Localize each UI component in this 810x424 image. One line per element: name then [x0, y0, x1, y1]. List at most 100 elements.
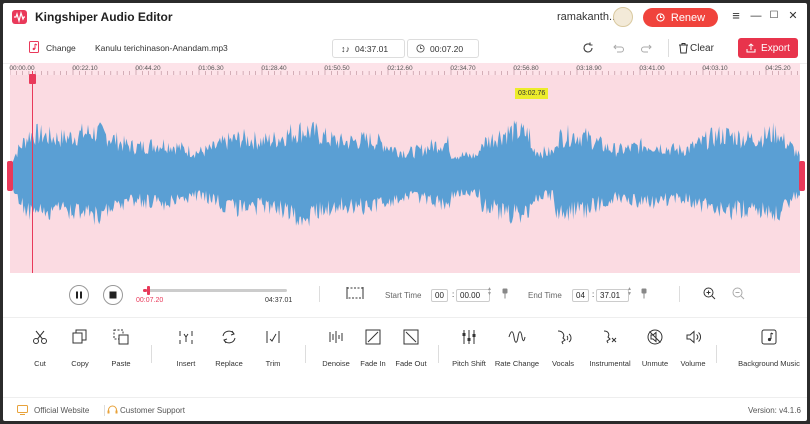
export-label: Export — [761, 42, 790, 54]
ruler-tick-label: 02:12.60 — [387, 65, 413, 72]
volume-icon — [686, 330, 701, 344]
fade-out-icon — [403, 329, 419, 345]
right-selection-handle[interactable] — [799, 161, 805, 191]
elapsed-time: 00:07.20 — [136, 297, 164, 304]
change-file-button[interactable]: Change — [46, 43, 76, 53]
footer-divider — [104, 405, 105, 416]
tool-divider — [151, 345, 152, 363]
paste-button[interactable]: Paste — [91, 328, 151, 368]
fade-in-icon — [365, 329, 381, 345]
clear-button[interactable]: Clear — [690, 43, 714, 54]
progress-knob[interactable] — [146, 286, 150, 295]
start-time-label: Start Time — [385, 291, 422, 300]
export-button[interactable]: Export — [738, 38, 798, 58]
ruler-tick-label: 01:50.50 — [324, 65, 350, 72]
background-music-button[interactable]: Background Music — [734, 328, 804, 368]
unmute-icon — [647, 329, 663, 345]
fade-out-label: Fade Out — [395, 359, 427, 368]
ruler-tick-label: 00:22.10 — [72, 65, 98, 72]
paste-icon — [113, 329, 129, 345]
ruler-tick-label: 04:03.10 — [702, 65, 728, 72]
stop-icon — [109, 291, 117, 299]
trim-label: Trim — [265, 359, 281, 368]
replace-icon — [222, 330, 236, 344]
trim-icon — [266, 331, 280, 343]
renew-label: Renew — [670, 11, 706, 24]
end-time-label: End Time — [528, 291, 562, 300]
pause-icon — [76, 291, 82, 299]
pause-button[interactable] — [69, 285, 89, 305]
app-title: Kingshiper Audio Editor — [35, 10, 173, 24]
footer: Official Website Customer Support Versio… — [3, 397, 807, 421]
end-minute-input[interactable]: 04 — [572, 289, 589, 302]
total-duration: 04:37.01 — [355, 43, 389, 54]
customer-support-link[interactable]: Customer Support — [120, 406, 185, 415]
fade-out-button[interactable]: Fade Out — [381, 328, 441, 368]
start-minute-input[interactable]: 00 — [431, 289, 448, 302]
instrumental-icon — [603, 330, 617, 344]
ruler-tick-label: 03:41.00 — [639, 65, 665, 72]
app-logo-icon — [12, 10, 27, 24]
vocals-icon — [557, 330, 572, 345]
rate-change-icon — [508, 331, 526, 343]
maximize-button[interactable]: ☐ — [767, 9, 781, 23]
tool-divider — [716, 345, 717, 363]
volume-label: Volume — [680, 359, 706, 368]
monitor-icon — [17, 405, 28, 415]
insert-icon — [179, 331, 193, 344]
zoom-in-icon[interactable] — [703, 287, 716, 300]
toolbar-divider — [668, 39, 669, 57]
total-duration-display: ↕♪ 04:37.01 — [332, 39, 405, 58]
trash-icon[interactable] — [678, 42, 689, 54]
start-second-input[interactable]: 00.00 — [456, 289, 490, 302]
ruler-tick-label: 02:56.80 — [513, 65, 539, 72]
ruler-tick-label: 00:44.20 — [135, 65, 161, 72]
version-text: Version: v4.1.6 — [748, 406, 801, 415]
file-name: Kanulu terichinason-Anandam.mp3 — [95, 43, 228, 53]
start-pin-icon[interactable] — [502, 288, 508, 299]
zoom-out-icon[interactable] — [732, 287, 745, 300]
headset-icon — [107, 405, 118, 414]
ruler-tick-label: 00:00.00 — [9, 65, 35, 72]
ruler-tick-label: 01:06.30 — [198, 65, 224, 72]
avatar[interactable] — [613, 7, 633, 27]
ruler-tick-label: 02:34.70 — [450, 65, 476, 72]
official-website-link[interactable]: Official Website — [34, 406, 89, 415]
close-button[interactable]: ✕ — [786, 9, 800, 23]
title-bar: Kingshiper Audio Editor ramakanth... Ren… — [3, 3, 807, 31]
scissors-icon — [33, 330, 47, 344]
waveform-area[interactable] — [10, 75, 800, 273]
playhead-handle[interactable] — [29, 74, 36, 84]
renew-button[interactable]: Renew — [643, 8, 718, 27]
audio-waveform — [10, 120, 800, 227]
ruler-tick-label: 01:28.40 — [261, 65, 287, 72]
hover-time-tag: 03:02.76 — [515, 88, 549, 99]
redo-icon[interactable] — [640, 42, 654, 54]
stop-button[interactable] — [103, 285, 123, 305]
background-music-label: Background Music — [738, 359, 800, 368]
trim-button[interactable]: Trim — [243, 328, 303, 368]
select-range-icon[interactable] — [346, 286, 364, 300]
end-pin-icon[interactable] — [641, 288, 647, 299]
menu-icon[interactable]: ≡ — [729, 9, 743, 23]
left-selection-handle[interactable] — [7, 161, 13, 191]
tool-divider — [438, 345, 439, 363]
ruler-tick-label: 04:25.20 — [765, 65, 791, 72]
end-second-input[interactable]: 37.01 — [596, 289, 629, 302]
undo-icon[interactable] — [611, 42, 625, 54]
start-stepper[interactable]: ▲ ▼ — [487, 287, 492, 297]
minimize-button[interactable]: — — [749, 9, 763, 23]
music-file-icon — [29, 41, 39, 53]
progress-slider[interactable] — [143, 286, 287, 295]
refresh-icon[interactable] — [582, 42, 594, 54]
background-music-icon — [761, 329, 777, 345]
clock-icon — [416, 44, 425, 53]
copy-icon — [72, 329, 87, 344]
ruler-tick-label: 03:18.90 — [576, 65, 602, 72]
playhead[interactable] — [32, 71, 33, 273]
username[interactable]: ramakanth... — [557, 11, 618, 23]
duration-icon: ↕♪ — [341, 43, 350, 54]
controls-divider — [319, 286, 320, 302]
volume-button[interactable]: Volume — [663, 328, 723, 368]
end-stepper[interactable]: ▲ ▼ — [627, 287, 632, 297]
